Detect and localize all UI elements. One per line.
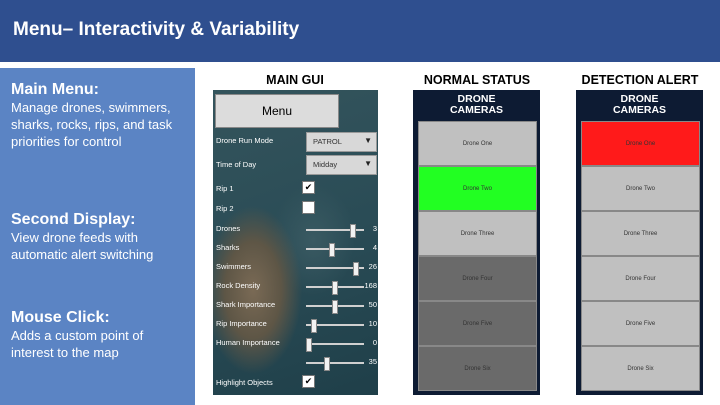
- camera-feed-tile[interactable]: Drone Five: [581, 301, 700, 346]
- main-gui-window: Menu Drone Run Mode PATROL ▼ Time of Day…: [213, 90, 378, 395]
- drone-run-mode-select[interactable]: PATROL ▼: [306, 132, 377, 152]
- dropdown-arrow-icon: ▼: [364, 136, 372, 145]
- normal-panel-title: DRONE CAMERAS: [413, 90, 540, 120]
- slider-thumb[interactable]: [332, 300, 338, 314]
- slider-value: 4: [372, 243, 377, 252]
- slider-track[interactable]: [306, 224, 364, 238]
- slider-value: 0: [372, 338, 377, 347]
- camera-feed-tile[interactable]: Drone One: [581, 121, 700, 166]
- camera-feed-tile[interactable]: Drone Three: [418, 211, 537, 256]
- slider-thumb[interactable]: [324, 357, 330, 371]
- time-of-day-value: Midday: [313, 160, 338, 169]
- alert-panel-title-line2: CAMERAS: [612, 104, 667, 116]
- slider-thumb[interactable]: [306, 338, 312, 352]
- slider-label: Human Importance: [216, 338, 280, 347]
- camera-feed-tile[interactable]: Drone Three: [581, 211, 700, 256]
- normal-status-label: NORMAL STATUS: [423, 73, 531, 87]
- slider-label: Drones: [216, 224, 241, 233]
- camera-feed-tile[interactable]: Drone Two: [581, 166, 700, 211]
- slider-value: 26: [368, 262, 377, 271]
- camera-feed-tile[interactable]: Drone Two: [418, 166, 537, 211]
- slider-track[interactable]: [306, 281, 364, 295]
- slider-track[interactable]: [306, 262, 364, 276]
- second-display-heading: Second Display:: [11, 211, 136, 228]
- slider-track[interactable]: [306, 300, 364, 314]
- menu-button[interactable]: Menu: [215, 94, 339, 128]
- camera-feed-tile[interactable]: Drone Five: [418, 301, 537, 346]
- detection-alert-panel: DRONE CAMERAS Drone One Drone Two Drone Th…: [576, 90, 703, 395]
- time-of-day-label: Time of Day: [216, 160, 257, 169]
- camera-feed-tile[interactable]: Drone Six: [418, 346, 537, 391]
- second-display-description: View drone feeds with automatic alert sw…: [11, 230, 154, 262]
- drone-run-mode-value: PATROL: [313, 137, 342, 146]
- camera-feed-tile[interactable]: Drone Four: [418, 256, 537, 301]
- rip1-checkbox[interactable]: ✔: [302, 181, 315, 194]
- camera-feed-tile[interactable]: Drone Four: [581, 256, 700, 301]
- slider-value: 168: [364, 281, 377, 290]
- slider-thumb[interactable]: [311, 319, 317, 333]
- slider-value: 35: [368, 357, 377, 366]
- rip2-label: Rip 2: [216, 204, 234, 213]
- slider-value: 10: [368, 319, 377, 328]
- left-info-panel: Main Menu: Manage drones, swimmers, shar…: [0, 68, 195, 405]
- slider-track[interactable]: [306, 357, 364, 371]
- alert-panel-title: DRONE CAMERAS: [576, 90, 703, 120]
- rip2-checkbox[interactable]: [302, 201, 315, 214]
- camera-feed-tile[interactable]: Drone One: [418, 121, 537, 166]
- slider-value: 50: [368, 300, 377, 309]
- slider-track[interactable]: [306, 338, 364, 352]
- slider-value: 3: [372, 224, 377, 233]
- slider-label: Rock Density: [216, 281, 261, 290]
- slider-thumb[interactable]: [350, 224, 356, 238]
- main-menu-description: Manage drones, swimmers, sharks, rocks, …: [11, 100, 173, 149]
- main-menu-heading: Main Menu:: [11, 81, 99, 98]
- mouse-click-heading: Mouse Click:: [11, 309, 110, 326]
- drone-run-mode-label: Drone Run Mode: [216, 136, 274, 145]
- slider-thumb[interactable]: [353, 262, 359, 276]
- camera-feed-tile[interactable]: Drone Six: [581, 346, 700, 391]
- normal-panel-title-line2: CAMERAS: [449, 104, 504, 116]
- main-gui-label: MAIN GUI: [266, 73, 324, 87]
- slider-track[interactable]: [306, 319, 364, 333]
- slider-thumb[interactable]: [332, 281, 338, 295]
- slider-label: Rip Importance: [216, 319, 267, 328]
- detection-alert-label: DETECTION ALERT: [581, 73, 699, 87]
- mouse-click-description: Adds a custom point of interest to the m…: [11, 328, 144, 360]
- mouse-click-section: Mouse Click: Adds a custom point of inte…: [11, 308, 181, 361]
- slider-thumb[interactable]: [329, 243, 335, 257]
- slider-label: Sharks: [216, 243, 240, 252]
- slider-label: Swimmers: [216, 262, 251, 271]
- dropdown-arrow-icon: ▼: [364, 159, 372, 168]
- highlight-objects-label: Highlight Objects: [216, 378, 273, 387]
- slide-title: Menu– Interactivity & Variability: [13, 19, 300, 40]
- time-of-day-select[interactable]: Midday ▼: [306, 155, 377, 175]
- normal-status-panel: DRONE CAMERAS Drone One Drone Two Drone Th…: [413, 90, 540, 395]
- highlight-objects-checkbox[interactable]: ✔: [302, 375, 315, 388]
- slider-label: Shark Importance: [216, 300, 276, 309]
- main-menu-section: Main Menu: Manage drones, swimmers, shar…: [11, 80, 191, 150]
- second-display-section: Second Display: View drone feeds with au…: [11, 210, 191, 263]
- title-bar: Menu– Interactivity & Variability: [0, 0, 720, 62]
- rip1-label: Rip 1: [216, 184, 234, 193]
- slider-track[interactable]: [306, 243, 364, 257]
